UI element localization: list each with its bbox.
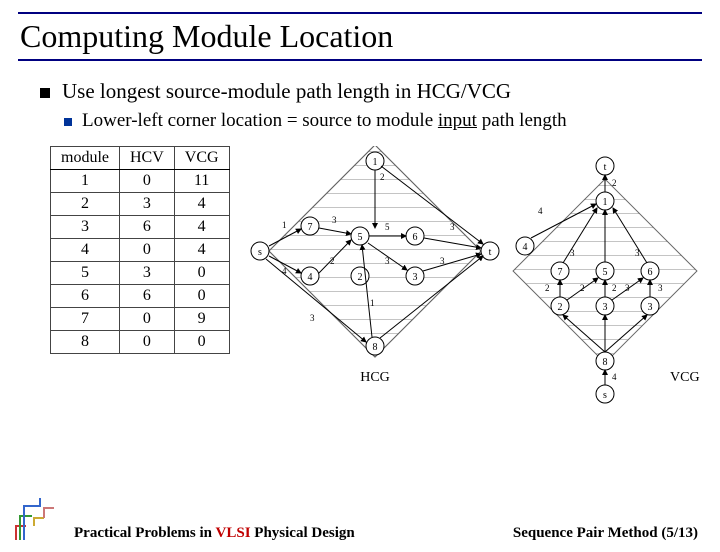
- svg-text:4: 4: [282, 266, 287, 276]
- content-row: module HCV VCG 1011 234 364 404 530 660 …: [40, 146, 692, 416]
- svg-text:5: 5: [357, 232, 362, 243]
- svg-text:2: 2: [612, 178, 617, 188]
- svg-text:7: 7: [307, 222, 312, 233]
- footer-right-text: Sequence Pair Method (5/13): [513, 525, 698, 542]
- hcg-diagram: s t 1 8 7 4 5 2 6 3: [240, 146, 510, 406]
- bullet-icon: [40, 88, 50, 98]
- sub-bullet-1: Lower-left corner location = source to m…: [64, 110, 692, 132]
- svg-text:t: t: [603, 162, 606, 173]
- svg-text:4: 4: [538, 206, 543, 216]
- svg-text:4: 4: [522, 242, 527, 253]
- svg-text:3: 3: [412, 272, 417, 283]
- footer-left-text: Practical Problems in VLSI Physical Desi…: [74, 525, 355, 542]
- svg-text:2: 2: [380, 172, 385, 182]
- module-table: module HCV VCG 1011 234 364 404 530 660 …: [50, 146, 230, 354]
- svg-text:5: 5: [602, 267, 607, 278]
- table-row: 709: [51, 308, 230, 331]
- svg-text:t: t: [488, 247, 491, 258]
- sub-bullet-1-text: Lower-left corner location = source to m…: [82, 110, 567, 132]
- svg-text:HCG: HCG: [360, 370, 390, 385]
- svg-text:1: 1: [370, 298, 375, 308]
- svg-text:s: s: [603, 390, 607, 401]
- table-row: 1011: [51, 170, 230, 193]
- svg-text:2: 2: [557, 302, 562, 313]
- th-vcg: VCG: [174, 147, 229, 170]
- th-hcv: HCV: [120, 147, 175, 170]
- sub-bullet-icon: [64, 118, 72, 126]
- svg-text:2: 2: [612, 283, 617, 293]
- svg-text:3: 3: [602, 302, 607, 313]
- svg-text:8: 8: [602, 357, 607, 368]
- svg-text:3: 3: [450, 222, 455, 232]
- svg-text:8: 8: [372, 342, 377, 353]
- table-row: 234: [51, 193, 230, 216]
- slide-body: Use longest source-module path length in…: [0, 61, 720, 416]
- svg-text:2: 2: [330, 256, 335, 266]
- table-body: 1011 234 364 404 530 660 709 800: [51, 170, 230, 354]
- svg-text:2: 2: [357, 272, 362, 283]
- slide-title: Computing Module Location: [18, 18, 702, 55]
- svg-text:3: 3: [647, 302, 652, 313]
- svg-text:2: 2: [580, 283, 585, 293]
- svg-text:3: 3: [658, 283, 663, 293]
- svg-text:3: 3: [310, 313, 315, 323]
- svg-text:s: s: [258, 247, 262, 258]
- svg-text:6: 6: [412, 232, 417, 243]
- bullet-1-text: Use longest source-module path length in…: [62, 79, 511, 104]
- svg-text:3: 3: [332, 215, 337, 225]
- svg-text:1: 1: [602, 197, 607, 208]
- svg-text:VCG: VCG: [670, 370, 700, 385]
- svg-text:5: 5: [385, 222, 390, 232]
- svg-text:1: 1: [372, 157, 377, 168]
- svg-text:3: 3: [625, 283, 630, 293]
- table-row: 530: [51, 262, 230, 285]
- table-row: 800: [51, 331, 230, 354]
- svg-text:4: 4: [307, 272, 312, 283]
- svg-text:7: 7: [557, 267, 562, 278]
- svg-text:3: 3: [570, 248, 575, 258]
- svg-text:1: 1: [282, 220, 287, 230]
- title-bar: Computing Module Location: [18, 12, 702, 61]
- svg-text:2: 2: [545, 283, 550, 293]
- diagram-area: s t 1 8 7 4 5 2 6 3: [240, 146, 692, 416]
- table-row: 660: [51, 285, 230, 308]
- bullet-1: Use longest source-module path length in…: [40, 79, 692, 104]
- th-module: module: [51, 147, 120, 170]
- svg-text:6: 6: [647, 267, 652, 278]
- tree-decoration-icon: [10, 496, 66, 542]
- vcg-diagram: t 1 4 7 5 6 2 3 3 8 s: [500, 156, 710, 416]
- table-row: 404: [51, 239, 230, 262]
- footer: Practical Problems in VLSI Physical Desi…: [0, 496, 720, 542]
- svg-text:3: 3: [635, 248, 640, 258]
- svg-text:3: 3: [440, 256, 445, 266]
- svg-text:4: 4: [612, 372, 617, 382]
- table-row: 364: [51, 216, 230, 239]
- svg-text:3: 3: [385, 256, 390, 266]
